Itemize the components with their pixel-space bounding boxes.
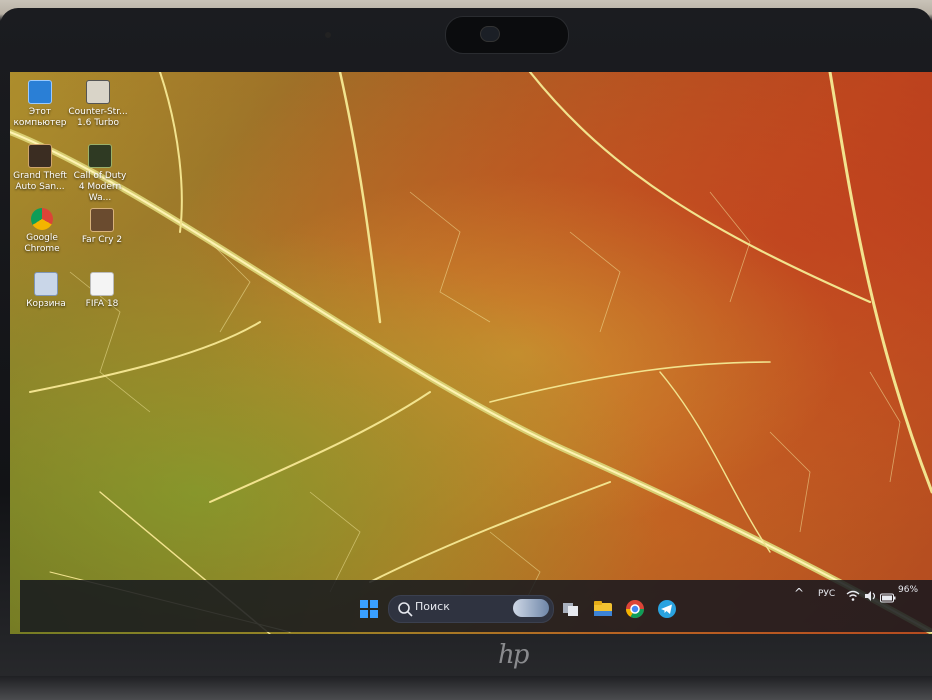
language-indicator[interactable]: РУС (818, 589, 835, 599)
start-button[interactable] (358, 598, 380, 620)
laptop-hinge (0, 676, 932, 700)
desktop-icon-fifa-18[interactable]: FIFA 18 (72, 272, 132, 310)
desktop-icon-counter-strike[interactable]: Counter-Str... 1.6 Turbo (68, 80, 128, 129)
telegram-taskbar-button[interactable] (656, 598, 678, 620)
desktop-icon-label: Корзина (26, 299, 66, 309)
file-explorer-icon (594, 601, 612, 616)
call-of-duty-icon (88, 144, 112, 168)
counter-strike-icon (86, 80, 110, 104)
desktop-icon-label: Google Chrome (24, 233, 60, 254)
desktop-icon-recycle-bin[interactable]: Корзина (16, 272, 76, 310)
task-view-button[interactable] (560, 598, 582, 620)
chrome-taskbar-button[interactable] (624, 598, 646, 620)
tray-overflow-chevron[interactable]: ^ (794, 586, 804, 600)
battery-icon[interactable] (880, 588, 896, 603)
file-explorer-button[interactable] (592, 598, 614, 620)
recycle-bin-icon (34, 272, 58, 296)
volume-icon[interactable] (864, 587, 878, 601)
search-icon (398, 602, 413, 617)
desktop-icon-label: FIFA 18 (85, 299, 119, 309)
task-view-icon (563, 603, 578, 616)
chrome-icon (626, 600, 644, 619)
desktop-screen: Этот компьютер Counter-Str... 1.6 Turbo … (10, 72, 932, 634)
desktop-icon-label: Counter-Str... 1.6 Turbo (68, 107, 128, 128)
desktop-icon-call-of-duty[interactable]: Call of Duty 4 Modern Wa... (70, 144, 130, 204)
document-icon (90, 272, 114, 296)
start-icon (360, 600, 378, 618)
wifi-icon[interactable] (846, 587, 860, 601)
battery-percentage: 96% (898, 585, 919, 595)
webcam-lens (480, 26, 500, 42)
hp-logo: hp (498, 640, 529, 670)
desktop-icon-label: Far Cry 2 (81, 235, 123, 245)
desktop-icon-this-pc[interactable]: Этот компьютер (10, 80, 70, 129)
gta-san-andreas-icon (28, 144, 52, 168)
desktop-icon-gta-san-andreas[interactable]: Grand Theft Auto San... (10, 144, 70, 193)
leaf-wallpaper (10, 72, 932, 634)
far-cry-icon (90, 208, 114, 232)
chrome-icon (31, 208, 53, 230)
desktop-icon-label: Этот компьютер (13, 107, 67, 128)
telegram-icon (658, 600, 676, 618)
search-placeholder: Поиск (415, 600, 450, 613)
search-highlight-image (513, 599, 549, 617)
webcam-bar (445, 16, 569, 54)
desktop-icon-label: Grand Theft Auto San... (13, 171, 67, 192)
desktop-icon-label: Call of Duty 4 Modern Wa... (73, 171, 127, 203)
desktop-icon-far-cry-2[interactable]: Far Cry 2 (72, 208, 132, 246)
microphone-dot (325, 32, 331, 38)
desktop-icon-google-chrome[interactable]: Google Chrome (12, 208, 72, 255)
this-pc-icon (28, 80, 52, 104)
taskbar-search-box[interactable] (388, 595, 554, 623)
